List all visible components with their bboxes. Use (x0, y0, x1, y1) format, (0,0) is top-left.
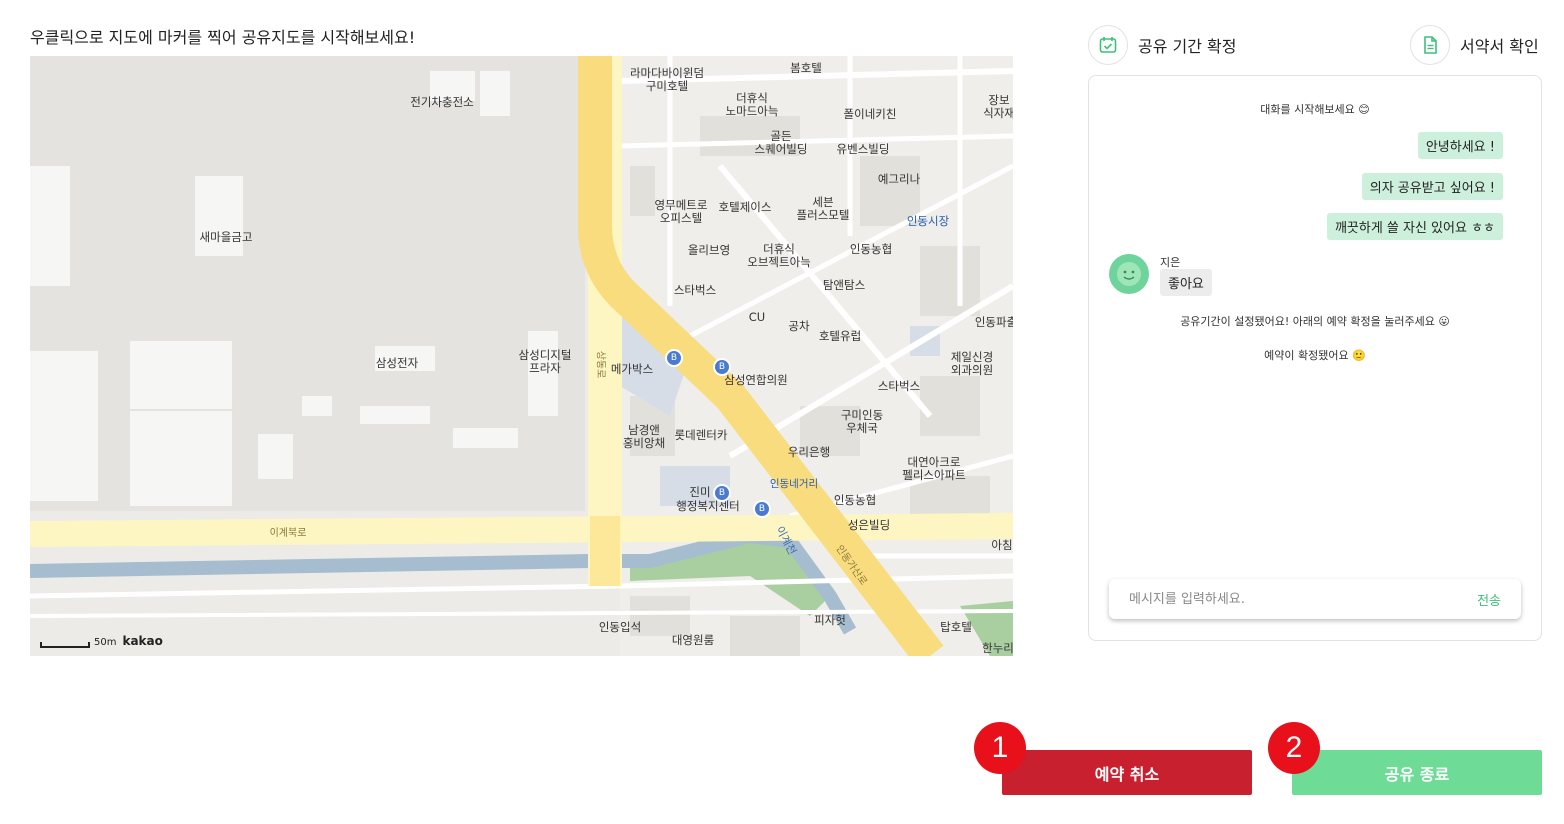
map-label-samsung-digital[interactable]: 삼성디지털 프라자 (519, 349, 572, 375)
scale-bar (40, 642, 90, 648)
map-label-hotel-yurep[interactable]: 호텔유럽 (819, 330, 861, 343)
map-label-jeil[interactable]: 제일신경 외과의원 (951, 351, 993, 377)
map-label-samsung-clinic[interactable]: 삼성연합의원 (724, 374, 787, 387)
map-label-woori[interactable]: 우리은행 (788, 446, 830, 459)
calendar-check-icon (1088, 25, 1128, 65)
step-badge-2: 2 (1268, 722, 1320, 774)
kakao-logo: kakao (122, 634, 163, 648)
map-label-gumi-post[interactable]: 구미인동 우체국 (841, 409, 883, 435)
sender-name: 지은 (1160, 256, 1181, 269)
map-label-polyne[interactable]: 폴이네키친 (844, 108, 897, 121)
my-message: 깨끗하게 쓸 자신 있어요 ㅎㅎ (1326, 213, 1503, 240)
map-label-golden[interactable]: 골든 스퀘어빌딩 (755, 130, 808, 156)
map-label-cu[interactable]: CU (749, 311, 765, 324)
system-message: 공유기간이 설정됐어요! 아래의 예약 확정을 눌러주세요 😛 (1180, 315, 1450, 328)
bus-stop-icon[interactable]: B (713, 358, 731, 376)
bus-stop-icon[interactable]: B (713, 484, 731, 502)
map-label-deohyusik-obj[interactable]: 더휴식 오브젝트아늑 (747, 243, 810, 269)
map-label-daeyeong[interactable]: 대영원룸 (672, 634, 714, 647)
confirm-period-label: 공유 기간 확정 (1138, 37, 1237, 56)
map-label-indong-cross[interactable]: 인동네거리 (770, 478, 818, 491)
map-label-indong-market[interactable]: 인동시장 (907, 215, 949, 228)
chat-panel: 대화를 시작해보세요 😊 안녕하세요 ! 의자 공유받고 싶어요 ! 깨끗하게 … (1088, 75, 1542, 641)
my-message: 안녕하세요 ! (1417, 132, 1503, 159)
map-label-igye-road: 이계북로 (269, 528, 307, 539)
map-label-charging[interactable]: 전기차충전소 (410, 96, 473, 109)
map-label-tamtams[interactable]: 탐앤탐스 (823, 279, 865, 292)
map-label-indong-nh1[interactable]: 인동농협 (850, 243, 892, 256)
my-message: 의자 공유받고 싶어요 ! (1361, 173, 1503, 200)
map-label-hotelj[interactable]: 호텔제이스 (719, 201, 772, 214)
system-message: 예약이 확정됐어요 🙂 (1264, 349, 1366, 362)
message-input[interactable] (1129, 591, 1478, 607)
avatar-face-icon (1117, 262, 1141, 286)
map-label-deohyusik-noma[interactable]: 더휴식 노마드아늑 (726, 92, 779, 118)
bus-stop-icon[interactable]: B (665, 349, 683, 367)
map-label-namgyeong[interactable]: 남경앤 홍비앙채 (623, 424, 665, 450)
map-scale: 50m kakao (40, 634, 163, 648)
map-label-bomhotel[interactable]: 봄호텔 (790, 62, 822, 75)
send-button[interactable]: 전송 (1477, 590, 1501, 609)
map-label-indong-pa[interactable]: 인동파출 (975, 316, 1013, 329)
map-label-top-hotel[interactable]: 탑호텔 (940, 621, 972, 634)
map-label-indong-ipseok[interactable]: 인동입석 (599, 621, 641, 634)
cancel-reservation-button[interactable]: 예약 취소 (1002, 750, 1252, 795)
map-label-lamada[interactable]: 라마다바이윈덤 구미호텔 (630, 67, 704, 93)
document-icon (1410, 25, 1450, 65)
instruction-text: 우클릭으로 지도에 마커를 찍어 공유지도를 시작해보세요! (30, 28, 416, 47)
map-label-starbucks2[interactable]: 스타벅스 (878, 380, 920, 393)
avatar (1109, 254, 1149, 294)
end-sharing-button[interactable]: 공유 종료 (1292, 750, 1542, 795)
confirm-contract-button[interactable]: 서약서 확인 (1410, 25, 1539, 65)
map-label-indong-nh2[interactable]: 인동농협 (834, 494, 876, 507)
other-message: 좋아요 (1160, 269, 1212, 296)
map-label-hannuri[interactable]: 한누리 (982, 642, 1013, 655)
scale-text: 50m (94, 637, 117, 648)
map-label-jangbo[interactable]: 장보 식자재 (983, 94, 1013, 120)
system-message: 대화를 시작해보세요 😊 (1260, 103, 1370, 116)
map-label-samsung[interactable]: 삼성전자 (376, 357, 418, 370)
map-label-yegrina[interactable]: 예그리나 (878, 173, 920, 186)
step-badge-1: 1 (974, 722, 1026, 774)
map-label-seongeun[interactable]: 성은빌딩 (848, 519, 890, 532)
map-label-sangdong-road: 상동로 (594, 350, 606, 379)
confirm-period-button[interactable]: 공유 기간 확정 (1088, 25, 1237, 65)
map-label-jinmi[interactable]: 진미 (689, 486, 710, 499)
map-label-lotte-rent[interactable]: 롯데렌터카 (675, 429, 728, 442)
confirm-contract-label: 서약서 확인 (1460, 37, 1539, 56)
map-label-olive[interactable]: 올리브영 (688, 244, 730, 257)
map-label-megabox[interactable]: 메가박스 (611, 363, 653, 376)
map-label-achim[interactable]: 아침 (991, 539, 1012, 552)
map-label-seven[interactable]: 세븐 플러스모텔 (797, 196, 850, 222)
map-label-samaeul[interactable]: 새마을금고 (200, 231, 253, 244)
bus-stop-icon[interactable]: B (753, 500, 771, 518)
message-input-box: 전송 (1109, 579, 1521, 619)
map-label-gongcha[interactable]: 공차 (788, 320, 809, 333)
map-label-yuben[interactable]: 유벤스빌딩 (837, 143, 890, 156)
map-label-youngmu[interactable]: 영무메트로 오피스텔 (655, 199, 708, 225)
map-label-admin-center[interactable]: 행정복지센터 (676, 500, 739, 513)
map-label-starbucks1[interactable]: 스타벅스 (674, 284, 716, 297)
map-label-daeyeon[interactable]: 대연아크로 펠리스아파트 (902, 456, 965, 482)
map-label-pizza[interactable]: 피자헛 (814, 614, 846, 627)
kakao-map[interactable]: 전기차충전소 새마을금고 삼성전자 삼성디지털 프라자 라마다바이윈덤 구미호텔… (30, 56, 1013, 656)
